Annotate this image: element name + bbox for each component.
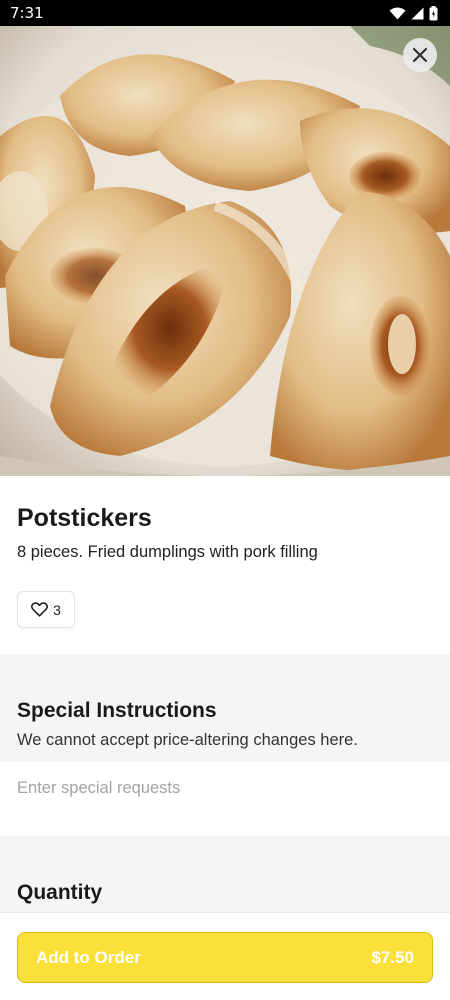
status-icons — [389, 5, 438, 21]
like-button[interactable]: 3 — [17, 591, 75, 628]
heart-icon — [31, 602, 49, 617]
item-description: 8 pieces. Fried dumplings with pork fill… — [17, 543, 318, 561]
order-price: $7.50 — [371, 947, 414, 967]
like-count: 3 — [53, 601, 61, 618]
battery-icon — [429, 5, 438, 20]
special-instructions-title: Special Instructions — [17, 699, 217, 722]
quantity-title: Quantity — [17, 881, 103, 904]
special-instructions-subtitle: We cannot accept price-altering changes … — [17, 731, 358, 749]
add-to-order-label: Add to Order — [36, 947, 141, 967]
special-instructions-section: Special Instructions We cannot accept pr… — [0, 654, 450, 762]
item-info: Potstickers 8 pieces. Fried dumplings wi… — [0, 476, 450, 654]
status-time: 7:31 — [10, 4, 44, 22]
close-icon — [412, 47, 428, 63]
quantity-section: Quantity — [0, 836, 450, 914]
wifi-icon — [389, 7, 406, 19]
signal-icon — [411, 7, 424, 19]
add-to-order-button[interactable]: Add to Order $7.50 — [17, 932, 433, 983]
special-requests-input[interactable] — [0, 762, 450, 836]
item-title: Potstickers — [17, 504, 152, 532]
potstickers-photo — [0, 26, 450, 476]
dumplings-illustration — [0, 26, 450, 476]
status-bar: 7:31 — [0, 0, 450, 26]
bottom-bar: Add to Order $7.50 — [0, 912, 450, 1000]
close-button[interactable] — [403, 38, 437, 72]
